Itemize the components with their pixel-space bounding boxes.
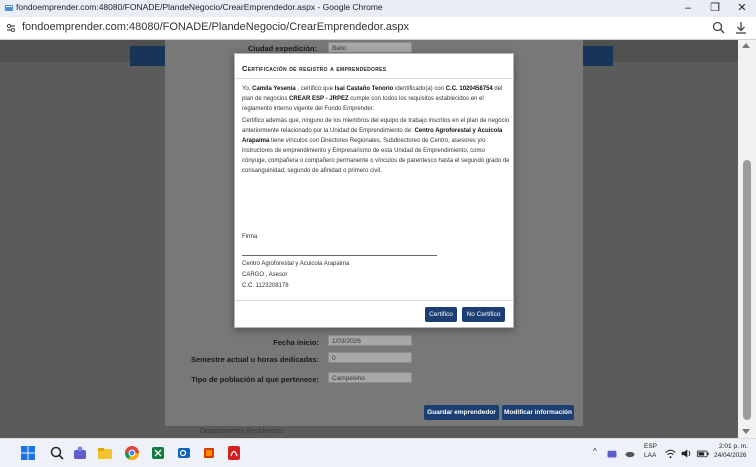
language-code[interactable]: ESP: [644, 443, 657, 450]
teams-icon[interactable]: [72, 445, 88, 461]
entrepreneur-name: Isai Castaño Tenorio: [334, 86, 394, 92]
clock-time[interactable]: 2:01 p. m.: [719, 443, 748, 450]
address-bar: fondoemprender.com:48080/FONADE/PlandeNe…: [0, 17, 756, 40]
file-explorer-icon[interactable]: [97, 445, 113, 461]
tray-cloud-icon[interactable]: [624, 447, 636, 459]
certifier-name: Camila Yesenia: [252, 86, 296, 92]
minimize-button[interactable]: –: [676, 0, 700, 17]
certification-modal: Certificación de registro a emprendedore…: [234, 53, 514, 328]
entrepreneur-id: C.C. 1020458754: [445, 86, 493, 92]
header-blue-right: [583, 46, 613, 66]
fecha-inicio-field[interactable]: 1/03/2026: [328, 335, 412, 346]
p1-text-3: identificado(a) con: [393, 86, 446, 92]
p1-text-1: Yo,: [242, 86, 253, 92]
modal-paragraph-1: Yo, Camila Yesenia , certifico que Isai …: [242, 84, 510, 114]
excel-icon[interactable]: [150, 445, 166, 461]
signer-cargo: CARGO , Asesor: [242, 272, 288, 278]
p2-text-2: tiene vínculos con Directores Regionales…: [242, 138, 510, 174]
fecha-inicio-label: Fecha inicio:: [273, 338, 319, 347]
no-certifico-button[interactable]: No Certifico: [462, 307, 505, 322]
chrome-page-icon: [5, 5, 13, 11]
semestre-label: Semestre actual u horas dedicadas:: [191, 355, 319, 364]
semestre-field[interactable]: 0: [328, 352, 412, 363]
keyboard-layout[interactable]: LAA: [644, 452, 656, 459]
tray-chevron-icon[interactable]: ^: [593, 447, 597, 456]
departamento-residencia-label: Departamento Residencia:: [200, 428, 283, 435]
guardar-emprendedor-button[interactable]: Guardar emprendedor: [424, 405, 499, 420]
wifi-icon[interactable]: [664, 447, 677, 460]
signer-center: Centro Agroforestal y Acuicola Arapaima: [242, 261, 350, 267]
modificar-informacion-button[interactable]: Modificar información: [502, 405, 574, 420]
battery-icon[interactable]: [696, 447, 710, 460]
site-settings-icon[interactable]: [5, 22, 17, 34]
ciudad-expedicion-label: Ciudad expedición:: [247, 44, 317, 53]
signer-cc: C.C. 1123208178: [242, 283, 289, 289]
scrollbar-thumb[interactable]: [743, 160, 751, 420]
url-text[interactable]: fondoemprender.com:48080/FONADE/PlandeNe…: [22, 21, 409, 33]
header-blue-left: [130, 46, 165, 66]
pinned-app-icon[interactable]: [201, 445, 217, 461]
close-button[interactable]: ✕: [730, 0, 754, 17]
tipo-poblacion-field[interactable]: Campesino: [328, 372, 412, 383]
certifico-button[interactable]: Certifico: [425, 307, 457, 322]
pdf-reader-icon[interactable]: [226, 445, 242, 461]
clock-date[interactable]: 24/04/2026: [714, 452, 747, 459]
browser-title-bar: fondoemprender.com:48080/FONADE/PlandeNe…: [0, 0, 756, 17]
scroll-up-arrow-icon[interactable]: [742, 43, 750, 48]
business-plan-name: CREAR ESP - JRPEZ: [289, 96, 349, 102]
modal-paragraph-2: Certifico además que, ninguno de los mie…: [242, 116, 510, 176]
firma-label: Firma: [242, 234, 258, 240]
volume-icon[interactable]: [680, 447, 693, 460]
chrome-icon[interactable]: [124, 445, 140, 461]
tray-teams-icon[interactable]: [606, 447, 618, 459]
modal-header-divider: [235, 78, 513, 79]
outlook-icon[interactable]: [176, 445, 192, 461]
tipo-poblacion-label: Tipo de población al que pertenece:: [191, 375, 319, 384]
modal-footer-divider: [235, 300, 513, 301]
page-scrollbar[interactable]: [738, 40, 756, 438]
modal-title: Certificación de registro a emprendedore…: [242, 64, 387, 73]
p1-text-2: , certifico que: [295, 86, 335, 92]
windows-start-icon[interactable]: [20, 445, 36, 461]
windows-taskbar: ^ ESP LAA 2:01 p. m. 24/04/2026: [0, 438, 756, 467]
search-icon[interactable]: [49, 445, 65, 461]
ciudad-expedicion-field[interactable]: Bello: [328, 42, 412, 53]
zoom-icon[interactable]: [711, 20, 727, 36]
scroll-down-arrow-icon[interactable]: [742, 429, 750, 434]
window-title: fondoemprender.com:48080/FONADE/PlandeNe…: [16, 2, 383, 12]
signature-line: [242, 255, 437, 256]
download-icon[interactable]: [733, 20, 749, 36]
restore-button[interactable]: ❐: [703, 0, 727, 17]
